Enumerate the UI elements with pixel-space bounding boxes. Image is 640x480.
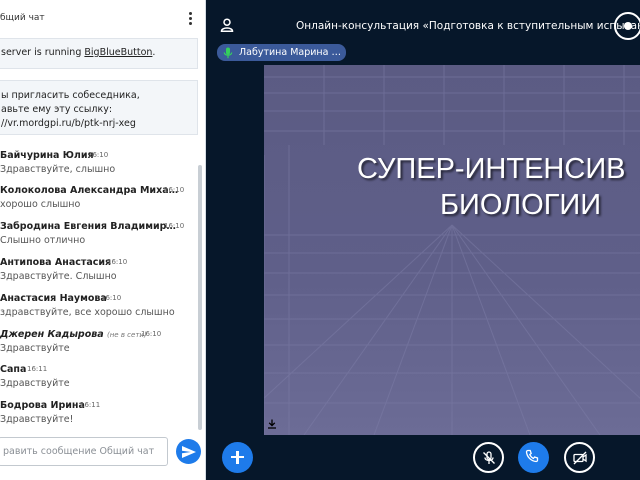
- welcome-prefix: server is running: [1, 47, 85, 58]
- message-sender: Джерен Кадырова (не в сети): [0, 329, 147, 340]
- mute-button[interactable]: [473, 442, 504, 473]
- bigbluebutton-link[interactable]: BigBlueButton: [84, 47, 152, 58]
- meeting-title: Онлайн-консультация «Подготовка к вступи…: [296, 20, 640, 32]
- kebab-menu-icon[interactable]: [185, 11, 195, 25]
- chat-panel: бщий чат server is running BigBlueButton…: [0, 0, 206, 480]
- message-sender: Анастасия Наумова: [0, 293, 107, 304]
- message-time: 16:11: [27, 365, 48, 373]
- system-welcome-message: server is running BigBlueButton.: [0, 38, 198, 69]
- message-sender: Сапа: [0, 364, 27, 375]
- chat-title: бщий чат: [0, 13, 45, 23]
- user-icon[interactable]: [220, 18, 234, 32]
- message-sender: Забродина Евгения Владимир…: [0, 221, 176, 232]
- record-icon[interactable]: [614, 12, 640, 40]
- message-sender: Антипова Анастасия: [0, 257, 112, 268]
- invite-link[interactable]: //vr.mordgpi.ru/b/ptk-nrj-xeg: [1, 118, 136, 129]
- invite-line-2: авьте ему эту ссылку:: [1, 104, 113, 115]
- slide-title-line-1: СУПЕР-ИНТЕНСИВ: [357, 153, 626, 185]
- message-time: 16:10: [88, 151, 109, 159]
- system-invite-message: ы пригласить собеседника, авьте ему эту …: [0, 80, 198, 135]
- message-text: Здравствуйте. Слышно: [0, 271, 117, 282]
- message-time: 16:10: [164, 186, 185, 194]
- camera-off-icon: [573, 451, 587, 465]
- message-input-placeholder: равить сообщение Общий чат: [3, 446, 155, 457]
- leave-audio-button[interactable]: [518, 442, 549, 473]
- presentation-slide[interactable]: СУПЕР-ИНТЕНСИВ БИОЛОГИИ: [264, 65, 640, 435]
- phone-icon: [525, 449, 539, 463]
- slide-grid-background: [264, 65, 640, 435]
- invite-line-1: ы пригласить собеседника,: [1, 90, 140, 101]
- message-time: 16:11: [80, 401, 101, 409]
- message-text: Здравствуйте: [0, 378, 70, 389]
- message-sender: Колоколова Александра Миха…: [0, 185, 179, 196]
- microphone-muted-icon: [483, 451, 495, 464]
- download-icon[interactable]: [267, 419, 277, 429]
- message-text: здравствуйте, все хорошо слышно: [0, 307, 175, 318]
- send-button[interactable]: [176, 439, 201, 464]
- message-text: Слышно отлично: [0, 235, 86, 246]
- message-text: Здравствуйте: [0, 343, 70, 354]
- message-input[interactable]: равить сообщение Общий чат: [0, 437, 168, 466]
- message-sender: Байчурина Юлия: [0, 150, 94, 161]
- message-time: 16:10: [141, 330, 162, 338]
- sender-name: Джерен Кадырова: [0, 329, 104, 340]
- message-text: Здравствуйте, слышно: [0, 164, 116, 175]
- chat-header: бщий чат: [0, 0, 205, 36]
- camera-button[interactable]: [564, 442, 595, 473]
- slide-title-line-2: БИОЛОГИИ: [440, 189, 602, 221]
- actions-plus-button[interactable]: [222, 442, 253, 473]
- message-time: 16:10: [101, 294, 122, 302]
- chat-scrollbar[interactable]: [198, 165, 202, 430]
- talking-indicator[interactable]: Лабутина Марина …: [217, 44, 346, 61]
- message-text: Здравствуйте!: [0, 414, 74, 425]
- welcome-suffix: .: [152, 47, 156, 58]
- message-sender: Бодрова Ирина: [0, 400, 85, 411]
- message-time: 16:10: [164, 222, 185, 230]
- send-icon: [182, 446, 196, 458]
- talking-user-name: Лабутина Марина …: [239, 47, 341, 58]
- message-time: 16:10: [107, 258, 128, 266]
- microphone-icon: [223, 47, 233, 59]
- message-text: хорошо слышно: [0, 199, 81, 210]
